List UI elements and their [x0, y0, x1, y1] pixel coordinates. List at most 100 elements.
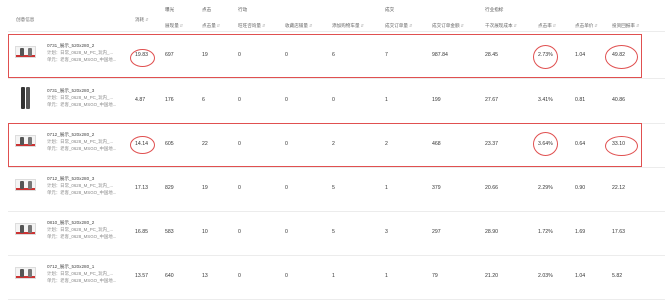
cell-cpm: 21.20 — [485, 273, 498, 279]
header-impressions[interactable]: 展现量⇵ — [165, 23, 183, 29]
plan-name: 计划：日常_0628_M_PC_玩内_... — [47, 271, 114, 276]
cell-clk: 10 — [202, 229, 208, 235]
sort-icon[interactable]: ⇵ — [553, 23, 556, 28]
creative-thumbnail[interactable] — [15, 223, 36, 235]
cell-cpc: 1.04 — [575, 273, 586, 279]
creative-title[interactable]: 0810_展示_520x280_2 — [47, 220, 94, 226]
plan-name: 计划：日常_0628_M_PC_玩内_... — [47, 227, 114, 232]
header-roi[interactable]: 投资回报率⇵ — [612, 23, 639, 29]
header-cart[interactable]: 添加购物车量⇵ — [332, 23, 364, 29]
cell-imp: 829 — [165, 185, 174, 191]
plan-name: 计划：日常_0628_M_PC_玩内_... — [47, 95, 114, 100]
cell-cart: 5 — [332, 229, 335, 235]
cell-cpc: 0.81 — [575, 97, 586, 103]
header-fav-shop[interactable]: 收藏店铺量⇵ — [285, 23, 312, 29]
cell-amt: 199 — [432, 97, 441, 103]
cell-clk: 19 — [202, 185, 208, 191]
unit-name: 单元：老客_0628_MSGO_中国地... — [47, 102, 117, 107]
cell-ord: 1 — [385, 185, 388, 191]
row-divider — [8, 167, 665, 168]
unit-name: 单元：老客_0628_MSGO_中国地... — [47, 190, 117, 195]
sort-icon[interactable]: ⇵ — [262, 23, 265, 28]
sort-icon[interactable]: ⇵ — [409, 23, 412, 28]
creative-thumbnail[interactable] — [15, 179, 36, 191]
unit-name: 单元：老客_0628_MSGO_中国地... — [47, 234, 117, 239]
creative-title[interactable]: 0712_展示_520x280_3 — [47, 176, 94, 182]
cell-amt: 79 — [432, 273, 438, 279]
header-clicks[interactable]: 点击量⇵ — [202, 23, 220, 29]
header-amount[interactable]: 成交订单金额⇵ — [432, 23, 464, 29]
header-cpc[interactable]: 点击单价⇵ — [575, 23, 598, 29]
cell-ww: 0 — [238, 185, 241, 191]
header-divider — [8, 31, 665, 32]
cell-roi: 5.82 — [612, 273, 623, 279]
creative-thumbnail[interactable] — [15, 267, 36, 279]
cell-ctr: 3.41% — [538, 97, 553, 103]
header-creative: 创意信息 — [16, 17, 35, 22]
highlight-circle — [130, 136, 155, 154]
cell-roi: 22.12 — [612, 185, 625, 191]
row-divider — [8, 211, 665, 212]
cell-ww: 0 — [238, 229, 241, 235]
header-cost[interactable]: 消耗⇵ — [135, 17, 149, 23]
cell-cpm: 28.90 — [485, 229, 498, 235]
cell-ww: 0 — [238, 97, 241, 103]
cell-ctr: 2.29% — [538, 185, 553, 191]
highlight-circle — [605, 136, 638, 156]
group-click: 点击 — [202, 7, 212, 12]
cell-cost: 17.13 — [135, 185, 148, 191]
group-platform: 行业指标 — [485, 7, 504, 12]
sort-icon[interactable]: ⇵ — [309, 23, 312, 28]
highlight-circle — [130, 49, 155, 67]
header-wangwang[interactable]: 旺旺咨询量⇵ — [238, 23, 265, 29]
cell-cost: 16.85 — [135, 229, 148, 235]
cell-amt: 379 — [432, 185, 441, 191]
group-exposure: 曝光 — [165, 7, 175, 12]
cell-roi: 40.86 — [612, 97, 625, 103]
cell-cost: 4.87 — [135, 97, 146, 103]
plan-name: 计划：日常_0628_M_PC_玩内_... — [47, 183, 114, 188]
header-ctr[interactable]: 点击率⇵ — [538, 23, 556, 29]
cell-cart: 1 — [332, 273, 335, 279]
cell-fav: 0 — [285, 185, 288, 191]
cell-cpc: 1.69 — [575, 229, 586, 235]
sort-icon[interactable]: ⇵ — [361, 23, 364, 28]
cell-cpm: 27.67 — [485, 97, 498, 103]
cell-cart: 5 — [332, 185, 335, 191]
cell-amt: 297 — [432, 229, 441, 235]
cell-ord: 1 — [385, 273, 388, 279]
sort-icon[interactable]: ⇵ — [514, 23, 517, 28]
cell-imp: 640 — [165, 273, 174, 279]
cell-cpm: 20.66 — [485, 185, 498, 191]
sort-icon[interactable]: ⇵ — [217, 23, 220, 28]
sort-icon[interactable]: ⇵ — [180, 23, 183, 28]
cell-fav: 0 — [285, 97, 288, 103]
cell-imp: 583 — [165, 229, 174, 235]
header-orders[interactable]: 成交订单量⇵ — [385, 23, 412, 29]
row-divider — [8, 78, 665, 79]
creative-thumbnail[interactable] — [20, 87, 32, 109]
header-cpm[interactable]: 千次展现成本⇵ — [485, 23, 517, 29]
cell-clk: 6 — [202, 97, 205, 103]
highlight-circle — [533, 45, 558, 69]
cell-ctr: 1.72% — [538, 229, 553, 235]
cell-roi: 17.63 — [612, 229, 625, 235]
cell-imp: 176 — [165, 97, 174, 103]
cell-cpc: 0.90 — [575, 185, 586, 191]
row-divider — [8, 255, 665, 256]
highlight-circle — [533, 132, 558, 156]
cell-ww: 0 — [238, 273, 241, 279]
creative-title[interactable]: 0712_展示_520x280_1 — [47, 264, 94, 270]
cell-fav: 0 — [285, 273, 288, 279]
sort-icon[interactable]: ⇵ — [145, 17, 148, 22]
cell-ctr: 2.03% — [538, 273, 553, 279]
unit-name: 单元：老客_0628_MSGO_中国地... — [47, 278, 117, 283]
group-conversion: 成交 — [385, 7, 395, 12]
sort-icon[interactable]: ⇵ — [636, 23, 639, 28]
cell-cart: 0 — [332, 97, 335, 103]
creative-title[interactable]: 0731_展示_520x280_3 — [47, 88, 94, 94]
group-action: 行动 — [238, 7, 248, 12]
highlight-circle — [605, 45, 638, 69]
sort-icon[interactable]: ⇵ — [594, 23, 597, 28]
sort-icon[interactable]: ⇵ — [461, 23, 464, 28]
